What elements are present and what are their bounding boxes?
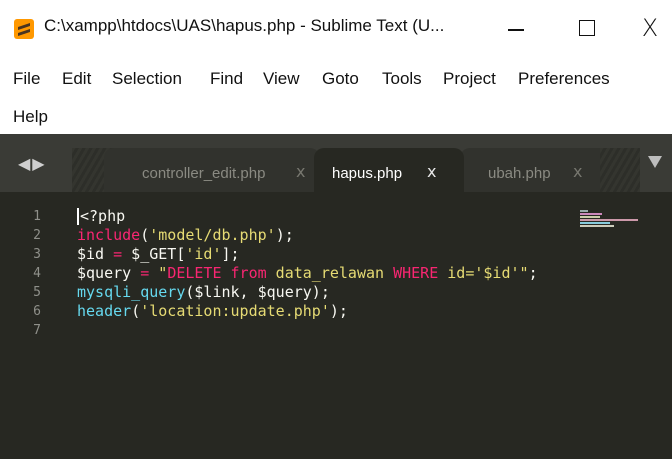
line-number: 3 — [33, 247, 41, 262]
minimap[interactable] — [580, 210, 640, 234]
code-token: ($link, $query); — [185, 283, 330, 301]
code-token: ); — [329, 302, 348, 320]
code-line[interactable] — [77, 321, 538, 340]
code-token: header — [77, 302, 132, 320]
code-token: ( — [140, 226, 150, 244]
code-token: ; — [528, 264, 538, 282]
code-line[interactable]: $query = "DELETE from data_relawan WHERE… — [77, 264, 538, 283]
code-token: WHERE — [393, 264, 439, 282]
minimap-line — [580, 210, 588, 212]
code-token: $query — [77, 264, 141, 282]
line-number: 4 — [33, 266, 41, 281]
tab-close-icon[interactable]: x — [573, 162, 582, 181]
code-token: DELETE — [167, 264, 222, 282]
line-number: 6 — [33, 304, 41, 319]
minimap-line — [580, 219, 638, 221]
code-line[interactable]: include('model/db.php'); — [77, 226, 538, 245]
menu-edit[interactable]: Edit — [62, 69, 91, 89]
title-bar: C:\xampp\htdocs\UAS\hapus.php - Sublime … — [0, 0, 672, 58]
code-text[interactable]: <?php include('model/db.php'); $id = $_GET… — [77, 207, 538, 340]
code-token: $_GET[ — [122, 245, 186, 263]
code-token: data_relawan — [266, 264, 394, 282]
menu-selection[interactable]: Selection — [112, 69, 182, 89]
tab-strip: ◀▶ controller_edit.php x ubah.php x hapu… — [0, 134, 672, 200]
code-token: id='$id'" — [438, 264, 529, 282]
menu-help[interactable]: Help — [13, 107, 48, 127]
code-token: ( — [131, 302, 141, 320]
line-number: 1 — [33, 209, 41, 224]
line-number-gutter: 1 2 3 4 5 6 7 — [0, 207, 58, 340]
menu-file[interactable]: File — [13, 69, 40, 89]
code-token: " — [158, 264, 168, 282]
code-token: 'id' — [185, 245, 222, 263]
code-line[interactable]: mysqli_query($link, $query); — [77, 283, 538, 302]
code-token: mysqli_query — [77, 283, 186, 301]
tab-label: controller_edit.php — [142, 165, 266, 182]
code-token: ); — [275, 226, 294, 244]
close-button[interactable]: X — [632, 10, 668, 46]
minimap-line — [580, 216, 600, 218]
minimap-line — [580, 225, 614, 227]
menu-view[interactable]: View — [263, 69, 300, 89]
menu-bar: File Edit Selection Find View Goto Tools… — [0, 58, 672, 134]
code-token: 'model/db.php' — [149, 226, 276, 244]
tab-label: ubah.php — [488, 165, 551, 182]
code-line[interactable]: header('location:update.php'); — [77, 302, 538, 321]
tab-hapus[interactable]: hapus.php x — [314, 148, 464, 200]
tab-controller-edit[interactable]: controller_edit.php x — [104, 148, 320, 200]
minimap-line — [580, 222, 610, 224]
window-title: C:\xampp\htdocs\UAS\hapus.php - Sublime … — [44, 16, 445, 35]
maximize-button[interactable] — [566, 10, 606, 46]
tab-strip-hatching — [600, 148, 640, 200]
code-token: = — [140, 264, 150, 282]
code-token: $id — [77, 245, 114, 263]
code-token: <?php — [80, 207, 126, 225]
text-cursor — [77, 208, 79, 225]
code-token: from — [230, 264, 267, 282]
editor-area[interactable]: ◀▶ controller_edit.php x ubah.php x hapu… — [0, 134, 672, 459]
code-token: include — [77, 226, 141, 244]
code-token: = — [113, 245, 123, 263]
minimap-line — [580, 213, 602, 215]
menu-preferences[interactable]: Preferences — [518, 69, 610, 89]
code-line[interactable]: <?php — [77, 207, 538, 226]
sublime-text-icon — [14, 19, 34, 39]
tab-list-dropdown-icon[interactable] — [648, 156, 662, 168]
code-token: ]; — [221, 245, 240, 263]
menu-find[interactable]: Find — [210, 69, 243, 89]
code-token: 'location:update.php' — [140, 302, 330, 320]
tab-navigation-arrows-icon[interactable]: ◀▶ — [18, 154, 47, 173]
menu-tools[interactable]: Tools — [382, 69, 422, 89]
tab-close-icon[interactable]: x — [296, 162, 305, 181]
tab-ubah[interactable]: ubah.php x — [460, 148, 610, 200]
tab-close-icon[interactable]: x — [427, 162, 436, 181]
menu-goto[interactable]: Goto — [322, 69, 359, 89]
line-number: 2 — [33, 228, 41, 243]
line-number: 5 — [33, 285, 41, 300]
menu-project[interactable]: Project — [443, 69, 496, 89]
minimize-button[interactable] — [496, 10, 536, 46]
line-number: 7 — [33, 323, 41, 338]
code-line[interactable]: $id = $_GET['id']; — [77, 245, 538, 264]
tab-label: hapus.php — [332, 165, 403, 182]
